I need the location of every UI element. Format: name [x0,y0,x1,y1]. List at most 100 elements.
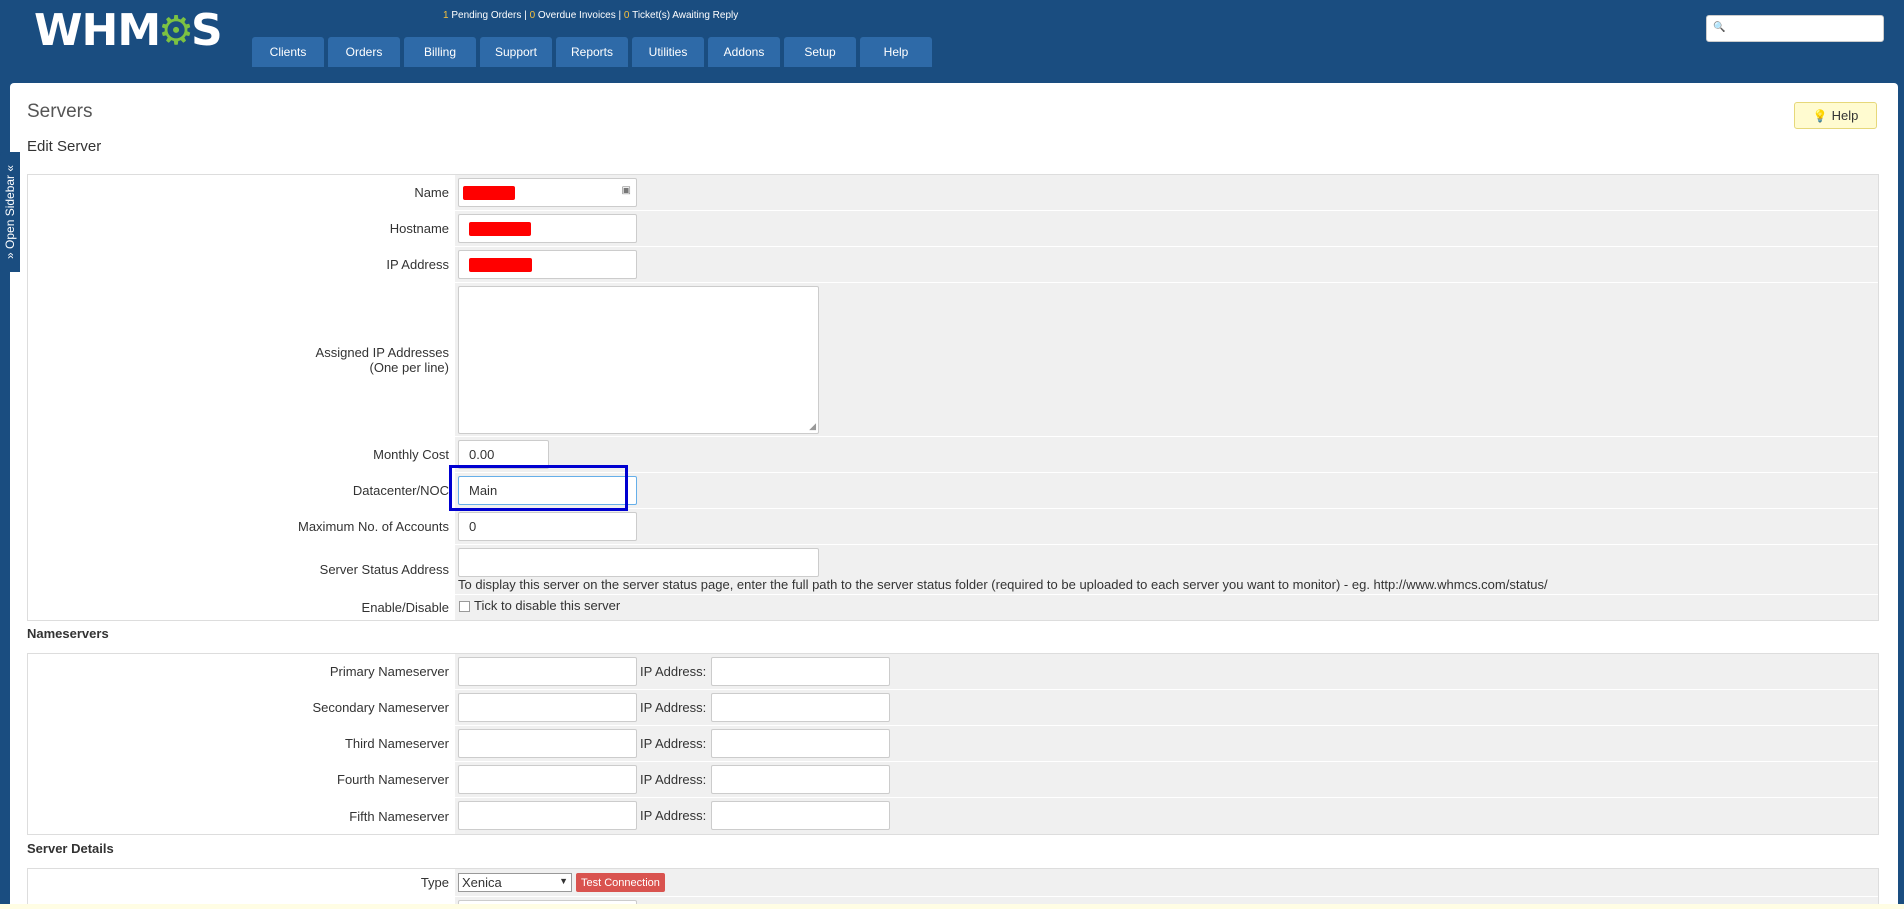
search-box: 🔍 [1706,15,1884,42]
row-max-accounts: Maximum No. of Accounts 0 [28,509,1878,545]
primary-nameserver-ip-input[interactable] [711,657,890,686]
status-address-label: Server Status Address [28,545,455,594]
row-fifth-nameserver: Fifth Nameserver IP Address: [28,798,1878,834]
secondary-nameserver-input[interactable] [458,693,637,722]
nav-tab-billing[interactable]: Billing [404,37,476,67]
monthly-cost-label: Monthly Cost [28,437,455,472]
hostname-label: Hostname [28,211,455,246]
edit-server-form: Name ▣ Hostname IP Address Assigned IP A… [27,174,1879,621]
secondary-nameserver-label: Secondary Nameserver [28,690,455,725]
fifth-nameserver-label: Fifth Nameserver [28,798,455,834]
lightbulb-icon: 💡 [1812,108,1828,123]
nameservers-form: Primary Nameserver IP Address: Secondary… [27,653,1879,835]
gear-icon: ⚙ [158,8,194,54]
ip-address-label: IP Address: [640,808,707,823]
nav-tab-orders[interactable]: Orders [328,37,400,67]
ip-address-input[interactable] [458,250,637,279]
nav-tab-utilities[interactable]: Utilities [632,37,704,67]
main-nav: Clients Orders Billing Support Reports U… [252,37,932,67]
nav-tab-help[interactable]: Help [860,37,932,67]
pending-orders-link[interactable]: Pending Orders [451,10,521,21]
secondary-nameserver-ip-input[interactable] [711,693,890,722]
fourth-nameserver-input[interactable] [458,765,637,794]
bottom-strip [0,904,1904,909]
tickets-count[interactable]: 0 [624,10,630,21]
nav-tab-addons[interactable]: Addons [708,37,780,67]
main-content: Servers Edit Server 💡 Help Name ▣ Hostna… [10,83,1898,909]
open-sidebar-tab[interactable]: » Open Sidebar « [0,152,20,272]
row-enable-disable: Enable/Disable Tick to disable this serv… [28,595,1878,620]
ip-address-label: IP Address [28,247,455,282]
disable-server-checkbox[interactable] [459,601,470,612]
third-nameserver-label: Third Nameserver [28,726,455,761]
primary-nameserver-label: Primary Nameserver [28,654,455,689]
disable-checkbox-label[interactable]: Tick to disable this server [474,598,620,613]
fifth-nameserver-ip-input[interactable] [711,801,890,830]
nav-tab-setup[interactable]: Setup [784,37,856,67]
row-type: Type Xenica ▼ Test Connection [28,869,1878,897]
status-address-input[interactable] [458,548,819,577]
ip-address-label: IP Address: [640,700,707,715]
name-input[interactable]: ▣ [458,178,637,207]
server-details-form: Type Xenica ▼ Test Connection [27,868,1879,909]
top-header: WHM ⚙ S 1 Pending Orders | 0 Overdue Invoi… [0,0,1904,67]
enable-disable-label: Enable/Disable [28,595,455,620]
help-button[interactable]: 💡 Help [1794,102,1877,129]
row-ip-address: IP Address [28,247,1878,283]
logo-text-a: WHM [34,5,161,56]
whmcs-logo[interactable]: WHM ⚙ S [34,5,223,56]
max-accounts-input[interactable]: 0 [458,512,637,541]
fourth-nameserver-ip-input[interactable] [711,765,890,794]
type-label: Type [28,869,455,896]
page-subtitle: Edit Server [27,138,102,155]
notification-bar: 1 Pending Orders | 0 Overdue Invoices | … [443,10,738,21]
ip-address-label: IP Address: [640,736,707,751]
row-name: Name ▣ [28,175,1878,211]
row-third-nameserver: Third Nameserver IP Address: [28,726,1878,762]
type-select-value: Xenica [462,875,502,890]
type-select[interactable]: Xenica ▼ [458,873,572,892]
page-title: Servers [27,101,93,122]
nameservers-section-title: Nameservers [27,626,109,641]
third-nameserver-ip-input[interactable] [711,729,890,758]
redacted-value [469,222,531,236]
password-manager-icon[interactable]: ▣ [622,185,631,196]
nav-tab-support[interactable]: Support [480,37,552,67]
nav-tab-clients[interactable]: Clients [252,37,324,67]
hostname-input[interactable] [458,214,637,243]
third-nameserver-input[interactable] [458,729,637,758]
redacted-value [463,186,515,200]
server-details-section-title: Server Details [27,841,114,856]
ip-address-label: IP Address: [640,772,707,787]
row-monthly-cost: Monthly Cost 0.00 [28,437,1878,473]
test-connection-button[interactable]: Test Connection [576,873,665,892]
help-button-label: Help [1831,108,1859,123]
separator: | [524,10,527,21]
separator: | [618,10,622,21]
row-primary-nameserver: Primary Nameserver IP Address: [28,654,1878,690]
nav-tab-reports[interactable]: Reports [556,37,628,67]
datacenter-label: Datacenter/NOC [28,473,455,508]
search-input[interactable] [1727,19,1877,38]
pending-orders-count[interactable]: 1 [443,10,449,21]
search-icon: 🔍 [1713,22,1726,33]
redacted-value [469,258,532,272]
fourth-nameserver-label: Fourth Nameserver [28,762,455,797]
name-label: Name [28,175,455,210]
primary-nameserver-input[interactable] [458,657,637,686]
overdue-invoices-count[interactable]: 0 [530,10,536,21]
row-fourth-nameserver: Fourth Nameserver IP Address: [28,762,1878,798]
row-status-address: Server Status Address To display this se… [28,545,1878,595]
resize-handle-icon[interactable]: ◢ [809,421,816,432]
logo-text-b: S [191,5,223,56]
row-assigned-ips: Assigned IP Addresses (One per line) ◢ [28,283,1878,437]
chevron-down-icon: ▼ [559,876,568,886]
overdue-invoices-link[interactable]: Overdue Invoices [538,10,616,21]
annotation-highlight [449,465,628,511]
fifth-nameserver-input[interactable] [458,801,637,830]
tickets-awaiting-link[interactable]: Ticket(s) Awaiting Reply [632,10,738,21]
row-datacenter: Datacenter/NOC Main [28,473,1878,509]
assigned-ips-label-line2: (One per line) [369,359,449,375]
ip-address-label: IP Address: [640,664,707,679]
assigned-ips-textarea[interactable]: ◢ [458,286,819,434]
